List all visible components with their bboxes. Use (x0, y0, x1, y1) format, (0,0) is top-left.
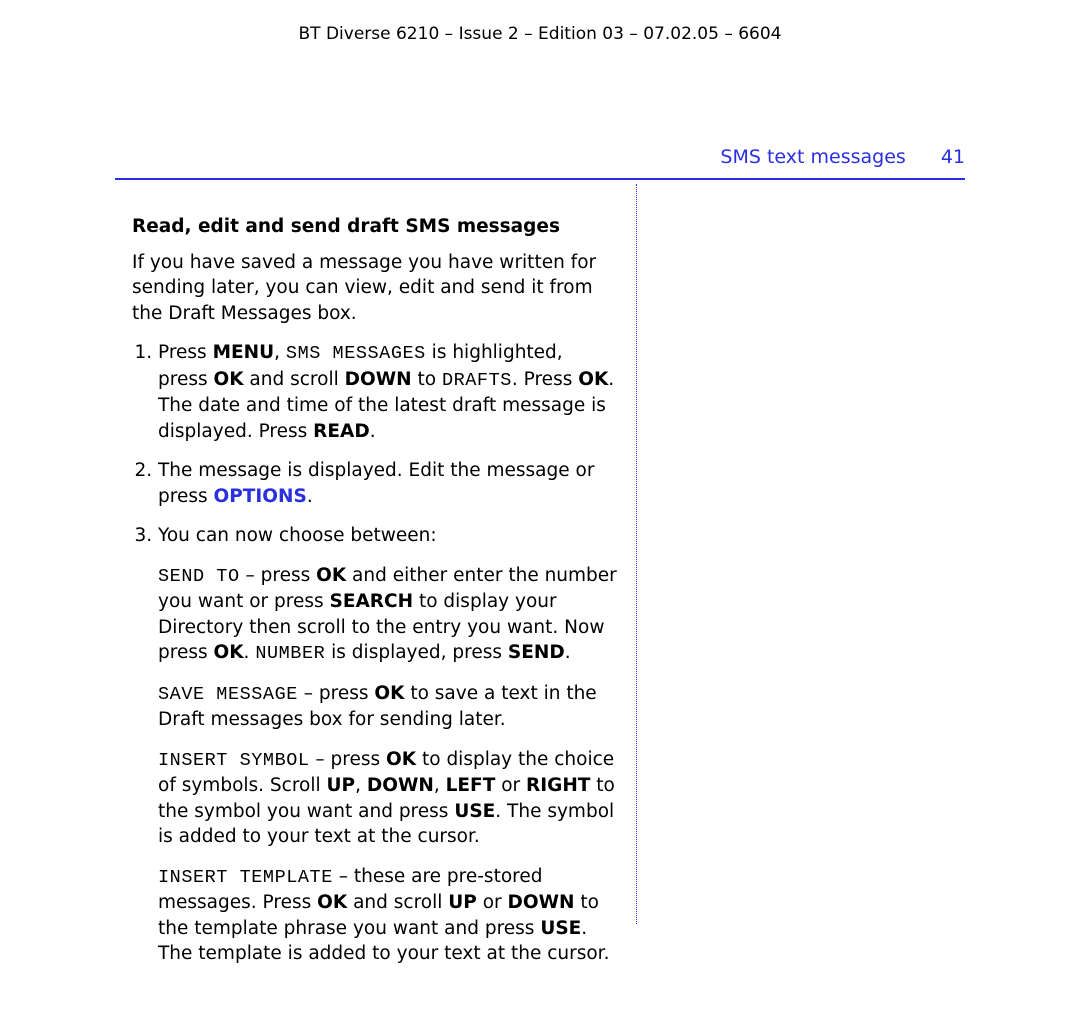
kbd-save-message: SAVE MESSAGE (158, 684, 298, 705)
kbd-drafts: DRAFTS (442, 370, 512, 391)
step-3: You can now choose between: SEND TO – pr… (158, 523, 617, 967)
bold-menu: MENU (213, 342, 275, 363)
page: BT Diverse 6210 – Issue 2 – Edition 03 –… (0, 0, 1080, 1025)
text: is displayed, press (325, 642, 508, 663)
options-sublist: SEND TO – press OK and either enter the … (158, 563, 617, 967)
option-insert-symbol: INSERT SYMBOL – press OK to display the … (158, 747, 617, 850)
bold-up: UP (327, 775, 356, 796)
bold-ok: OK (317, 892, 347, 913)
text: and scroll (347, 892, 448, 913)
document-header: BT Diverse 6210 – Issue 2 – Edition 03 –… (0, 24, 1080, 44)
text: . (307, 486, 313, 507)
bold-ok: OK (386, 749, 416, 770)
kbd-insert-template: INSERT TEMPLATE (158, 867, 333, 888)
bold-down: DOWN (367, 775, 434, 796)
option-save-message: SAVE MESSAGE – press OK to save a text i… (158, 681, 617, 733)
step-2: The message is displayed. Edit the messa… (158, 458, 617, 509)
section-title: SMS text messages (720, 146, 940, 168)
content-column: Read, edit and send draft SMS messages I… (132, 214, 617, 981)
text: to (412, 369, 442, 390)
bold-ok: OK (578, 369, 608, 390)
text: and scroll (244, 369, 345, 390)
text: . Press (512, 369, 578, 390)
bold-ok: OK (213, 369, 243, 390)
bold-read: READ (313, 421, 370, 442)
kbd-sms-messages: SMS MESSAGES (286, 343, 426, 364)
text: You can now choose between: (158, 525, 437, 546)
bold-options: OPTIONS (213, 486, 306, 507)
text: . (244, 642, 256, 663)
steps-list: Press MENU, SMS MESSAGES is highlighted,… (132, 340, 617, 967)
bold-ok: OK (316, 565, 346, 586)
text: or (495, 775, 526, 796)
bold-ok: OK (213, 642, 243, 663)
column-divider (636, 184, 637, 924)
section-header: SMS text messages 41 (115, 146, 965, 180)
bold-use: USE (540, 918, 581, 939)
bold-search: SEARCH (330, 591, 414, 612)
bold-left: LEFT (446, 775, 496, 796)
bold-down: DOWN (508, 892, 575, 913)
text: , (355, 775, 367, 796)
page-number: 41 (941, 146, 965, 168)
text: or (477, 892, 508, 913)
bold-right: RIGHT (526, 775, 590, 796)
intro-paragraph: If you have saved a message you have wri… (132, 250, 617, 327)
option-insert-template: INSERT TEMPLATE – these are pre-stored m… (158, 864, 617, 967)
text: – press (240, 565, 317, 586)
text: , (434, 775, 446, 796)
text: . (370, 421, 376, 442)
content-heading: Read, edit and send draft SMS messages (132, 214, 617, 240)
text: – press (310, 749, 387, 770)
bold-up: UP (448, 892, 477, 913)
text: . (565, 642, 571, 663)
bold-use: USE (454, 801, 495, 822)
text: – press (298, 683, 375, 704)
text: Press (158, 342, 213, 363)
step-1: Press MENU, SMS MESSAGES is highlighted,… (158, 340, 617, 444)
kbd-insert-symbol: INSERT SYMBOL (158, 750, 310, 771)
text: , (274, 342, 286, 363)
option-send-to: SEND TO – press OK and either enter the … (158, 563, 617, 667)
kbd-send-to: SEND TO (158, 566, 240, 587)
bold-send: SEND (508, 642, 565, 663)
kbd-number: NUMBER (255, 643, 325, 664)
bold-ok: OK (374, 683, 404, 704)
bold-down: DOWN (345, 369, 412, 390)
